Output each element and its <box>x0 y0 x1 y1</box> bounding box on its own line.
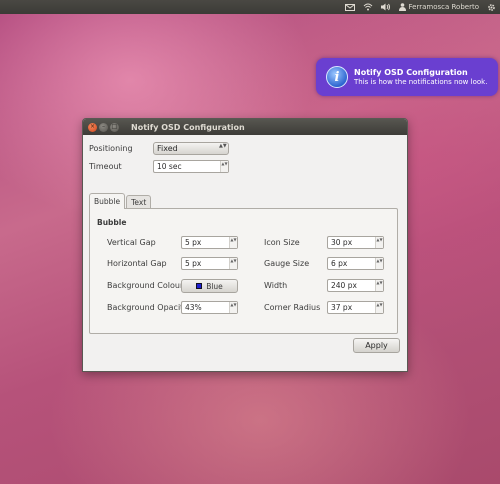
notification-bubble: i Notify OSD Configuration This is how t… <box>316 58 498 96</box>
icon-size-value: 30 px <box>331 238 353 247</box>
user-menu[interactable]: Ferramosca Roberto <box>398 3 479 11</box>
tab-text[interactable]: Text <box>126 195 152 209</box>
horizontal-gap-value: 5 px <box>185 259 202 268</box>
spin-arrows-icon[interactable]: ▲▼ <box>229 237 237 248</box>
horizontal-gap-label: Horizontal Gap <box>107 259 167 268</box>
icon-size-label: Icon Size <box>264 238 300 247</box>
window-titlebar[interactable]: × – □ Notify OSD Configuration <box>83 119 407 135</box>
spin-arrows-icon[interactable]: ▲▼ <box>375 280 383 291</box>
positioning-value: Fixed <box>157 144 178 153</box>
background-colour-value: Blue <box>206 281 223 291</box>
chevron-updown-icon: ▲▼ <box>219 143 227 149</box>
close-button[interactable]: × <box>88 122 97 132</box>
spin-arrows-icon[interactable]: ▲▼ <box>375 258 383 269</box>
spin-arrows-icon[interactable]: ▲▼ <box>220 161 228 172</box>
width-spinner[interactable]: 240 px ▲▼ <box>327 279 384 292</box>
window-content: Positioning Fixed ▲▼ Timeout 10 sec ▲▼ B… <box>83 135 407 373</box>
user-icon <box>398 3 406 11</box>
vertical-gap-spinner[interactable]: 5 px ▲▼ <box>181 236 238 249</box>
colour-swatch <box>196 283 203 289</box>
vertical-gap-label: Vertical Gap <box>107 238 156 247</box>
width-value: 240 px <box>331 281 357 290</box>
tab-bubble[interactable]: Bubble <box>89 193 126 209</box>
spin-arrows-icon[interactable]: ▲▼ <box>375 302 383 313</box>
mail-icon[interactable] <box>344 3 355 11</box>
info-icon: i <box>326 66 348 88</box>
spin-arrows-icon[interactable]: ▲▼ <box>229 258 237 269</box>
background-opacity-label: Background Opacity <box>107 303 189 312</box>
apply-button[interactable]: Apply <box>353 338 400 353</box>
timeout-label: Timeout <box>89 162 122 171</box>
corner-radius-value: 37 px <box>331 303 353 312</box>
minimize-button[interactable]: – <box>99 122 108 132</box>
background-opacity-value: 43% <box>185 303 202 312</box>
user-name: Ferramosca Roberto <box>408 3 479 11</box>
width-label: Width <box>264 281 288 290</box>
timeout-value: 10 sec <box>157 162 182 171</box>
corner-radius-label: Corner Radius <box>264 303 321 312</box>
background-colour-button[interactable]: Blue <box>181 279 238 293</box>
bubble-section-title: Bubble <box>97 218 127 227</box>
spin-arrows-icon[interactable]: ▲▼ <box>229 302 237 313</box>
notification-title: Notify OSD Configuration <box>354 67 468 77</box>
gear-icon[interactable] <box>487 3 496 12</box>
gauge-size-value: 6 px <box>331 259 348 268</box>
maximize-icon: □ <box>111 123 118 130</box>
timeout-spinner[interactable]: 10 sec ▲▼ <box>153 160 229 173</box>
config-window: × – □ Notify OSD Configuration Positioni… <box>82 118 408 372</box>
top-panel: Ferramosca Roberto <box>0 0 500 14</box>
background-opacity-spinner[interactable]: 43% ▲▼ <box>181 301 238 314</box>
volume-icon[interactable] <box>380 3 391 11</box>
horizontal-gap-spinner[interactable]: 5 px ▲▼ <box>181 257 238 270</box>
icon-size-spinner[interactable]: 30 px ▲▼ <box>327 236 384 249</box>
positioning-select[interactable]: Fixed ▲▼ <box>153 142 229 155</box>
minimize-icon: – <box>102 123 105 130</box>
positioning-label: Positioning <box>89 144 133 153</box>
bubble-panel: Bubble Vertical Gap 5 px ▲▼ Horizontal G… <box>89 208 398 334</box>
spin-arrows-icon[interactable]: ▲▼ <box>375 237 383 248</box>
wifi-icon[interactable] <box>363 3 373 11</box>
corner-radius-spinner[interactable]: 37 px ▲▼ <box>327 301 384 314</box>
close-icon: × <box>89 123 96 130</box>
maximize-button[interactable]: □ <box>110 122 119 132</box>
tab-bar: Bubble Text <box>89 193 152 209</box>
window-title: Notify OSD Configuration <box>131 122 245 132</box>
background-colour-label: Background Colour <box>107 281 184 290</box>
gauge-size-label: Gauge Size <box>264 259 310 268</box>
notification-body: This is how the notifications now look. <box>354 77 488 86</box>
gauge-size-spinner[interactable]: 6 px ▲▼ <box>327 257 384 270</box>
vertical-gap-value: 5 px <box>185 238 202 247</box>
